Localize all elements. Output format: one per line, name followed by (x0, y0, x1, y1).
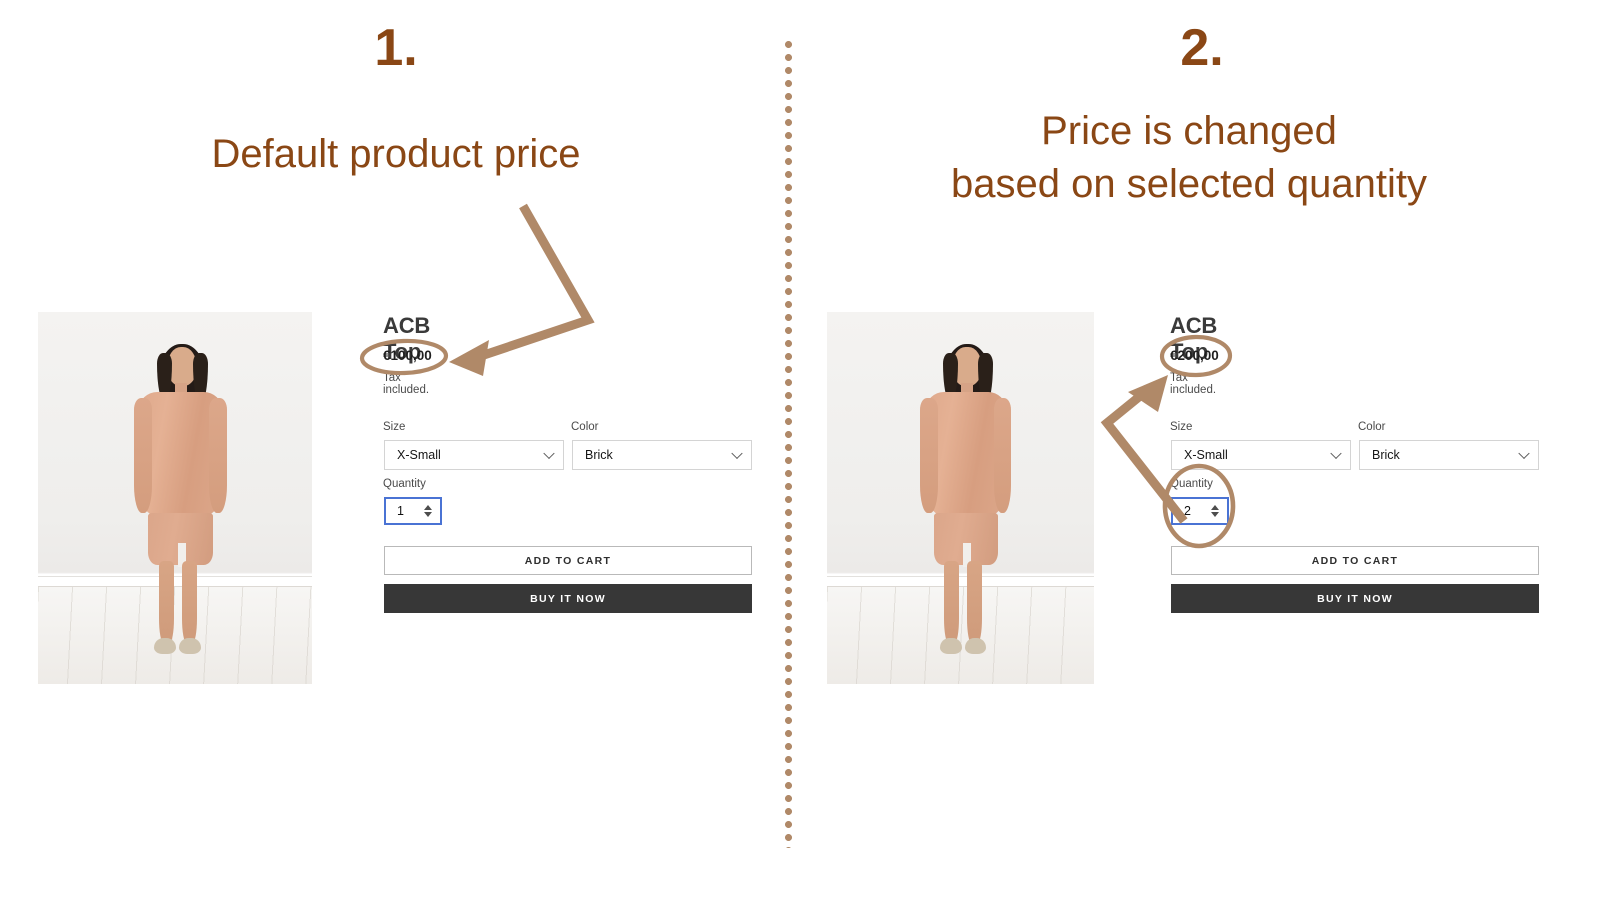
color-select-1[interactable]: Brick (572, 440, 752, 470)
spinner-arrows-icon[interactable] (422, 503, 433, 519)
spinner-arrows-icon[interactable] (1209, 503, 1220, 519)
color-label-1: Color (571, 421, 599, 433)
color-select-2[interactable]: Brick (1359, 440, 1539, 470)
size-select-value-2: X-Small (1184, 448, 1228, 462)
quantity-stepper-1[interactable]: 1 (384, 497, 442, 525)
spinner-up-icon[interactable] (423, 505, 432, 510)
color-select-value-1: Brick (585, 448, 613, 462)
garment-sleeve-right (209, 397, 228, 513)
spinner-up-icon[interactable] (1210, 505, 1219, 510)
product-image-2 (827, 312, 1094, 684)
size-select-value-1: X-Small (397, 448, 441, 462)
size-select-1[interactable]: X-Small (384, 440, 564, 470)
quantity-stepper-2[interactable]: 2 (1171, 497, 1229, 525)
quantity-value-1: 1 (397, 504, 404, 518)
product-price-1: €100,00 (383, 348, 432, 363)
chevron-down-icon (731, 447, 743, 460)
tax-note-2: Tax included. (1170, 372, 1217, 396)
model-leg-right (181, 561, 197, 644)
screenshot-canvas: 1. Default product price 2. Price is cha… (0, 0, 1600, 900)
model-leg-right (967, 561, 982, 644)
model-shoe-left (154, 637, 177, 655)
step-2-number: 2. (1180, 19, 1224, 77)
annotation-arrow-1 (449, 203, 595, 376)
model-shoe-left (940, 637, 962, 655)
model-leg-left (158, 561, 174, 644)
color-label-2: Color (1358, 421, 1386, 433)
step-2-title-line-1: Price is changed (1041, 109, 1337, 153)
vertical-dotted-divider (784, 38, 793, 848)
chevron-down-icon (1330, 447, 1342, 460)
model-shoe-right (179, 637, 202, 655)
step-1-title: Default product price (211, 132, 581, 176)
quantity-label-1: Quantity (383, 478, 426, 490)
chevron-down-icon (543, 447, 555, 460)
garment-sleeve-left (133, 397, 152, 513)
quantity-label-2: Quantity (1170, 478, 1213, 490)
product-price-2: €200,00 (1170, 348, 1219, 363)
buy-it-now-button-2[interactable]: BUY IT NOW (1171, 584, 1539, 613)
model-leg-left (944, 561, 960, 644)
spinner-down-icon[interactable] (423, 512, 432, 517)
size-label-2: Size (1170, 421, 1193, 433)
color-select-value-2: Brick (1372, 448, 1400, 462)
add-to-cart-button-2[interactable]: ADD TO CART (1171, 546, 1539, 575)
model-shoe-right (964, 637, 986, 655)
chevron-down-icon (1518, 447, 1530, 460)
photo-baseboard (38, 576, 312, 588)
photo-baseboard (827, 576, 1094, 588)
quantity-value-2: 2 (1184, 504, 1191, 518)
step-2-title-line-2: based on selected quantity (951, 162, 1427, 206)
buy-it-now-button-1[interactable]: BUY IT NOW (384, 584, 752, 613)
photo-floor (38, 587, 312, 684)
photo-floor (827, 587, 1094, 684)
size-select-2[interactable]: X-Small (1171, 440, 1351, 470)
tax-note-1: Tax included. (383, 372, 430, 396)
garment-sleeve-right (993, 397, 1012, 513)
product-image-1 (38, 312, 312, 684)
garment-sleeve-left (920, 397, 938, 513)
spinner-down-icon[interactable] (1210, 512, 1219, 517)
size-label-1: Size (383, 421, 406, 433)
step-1-number: 1. (374, 19, 418, 77)
add-to-cart-button-1[interactable]: ADD TO CART (384, 546, 752, 575)
